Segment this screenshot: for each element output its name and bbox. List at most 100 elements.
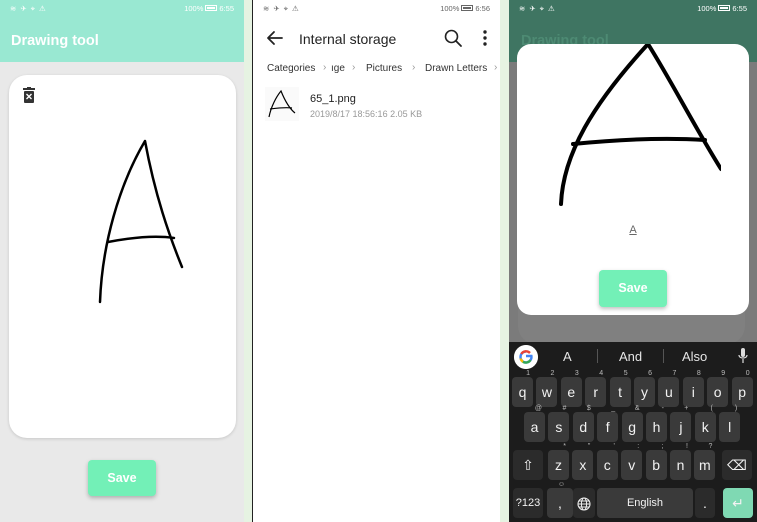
key-hint: 9 <box>721 370 726 377</box>
key-hint: 8 <box>696 370 701 377</box>
key-c[interactable]: ' c <box>596 443 618 480</box>
key-hint: * <box>563 443 566 450</box>
key-e[interactable]: 3e <box>560 370 582 407</box>
enter-icon: ↵ <box>732 495 744 511</box>
breadcrumb: Categories › ıge › Pictures › Drawn Lett… <box>253 60 500 78</box>
battery-icon <box>461 5 474 12</box>
letter-preview-image <box>559 44 721 206</box>
key-label: r <box>593 384 599 400</box>
key-m[interactable]: ? m <box>694 443 716 480</box>
header-title: Internal storage <box>299 31 397 47</box>
status-right: 100% 6:55 <box>697 4 747 13</box>
key-hint: 5 <box>623 370 628 377</box>
breadcrumb-pictures[interactable]: Pictures <box>366 63 402 74</box>
status-icons: ≋ ✈ ⌖ ⚠ <box>10 4 47 13</box>
more-options-icon[interactable] <box>477 28 493 48</box>
letter-label: A <box>629 224 637 236</box>
suggestion-2[interactable]: And <box>619 349 642 364</box>
key-p[interactable]: 0p <box>731 370 753 407</box>
key-hint: 2 <box>550 370 555 377</box>
comma-label: , <box>558 495 562 511</box>
key-j[interactable]: + j <box>670 405 692 442</box>
key-g[interactable]: & g <box>621 405 643 442</box>
suggestion-1[interactable]: A <box>563 349 572 364</box>
period-key[interactable]: . <box>695 488 715 518</box>
key-n[interactable]: ! n <box>670 443 691 480</box>
key-y[interactable]: 6y <box>634 370 655 407</box>
key-hint: ! <box>686 443 688 450</box>
key-f[interactable]: _ f <box>597 405 619 442</box>
key-hint: 4 <box>599 370 604 377</box>
key-x[interactable]: " x <box>572 443 594 480</box>
key-hint: @ <box>534 405 542 412</box>
back-arrow-icon[interactable] <box>265 28 285 48</box>
key-b[interactable]: ; b <box>645 443 667 480</box>
language-key[interactable] <box>573 488 595 518</box>
breadcrumb-drawn-letters[interactable]: Drawn Letters <box>425 63 487 74</box>
clock: 6:55 <box>219 4 234 13</box>
key-i[interactable]: 8i <box>682 370 704 407</box>
panel-divider <box>244 0 252 522</box>
chevron-right-icon: › <box>323 62 327 73</box>
backspace-key[interactable]: ⌫ <box>722 450 752 480</box>
clock: 6:55 <box>732 4 747 13</box>
key-label: f <box>605 419 610 435</box>
suggestion-divider <box>663 349 664 363</box>
key-hint: 1 <box>526 370 530 377</box>
key-u[interactable]: 7u <box>658 370 680 407</box>
search-icon[interactable] <box>443 28 463 48</box>
key-hint: ; <box>661 443 664 450</box>
key-label: z <box>555 457 562 473</box>
key-w[interactable]: 2w <box>536 370 558 407</box>
key-d[interactable]: $ d <box>572 405 594 442</box>
key-label: y <box>641 384 648 400</box>
key-hint: 0 <box>745 370 750 377</box>
drawing-screen: ≋ ✈ ⌖ ⚠ 100% 6:55 Drawing tool Save <box>0 0 244 522</box>
suggestion-3[interactable]: Also <box>682 349 707 364</box>
key-label: j <box>679 419 683 435</box>
key-h[interactable]: -h <box>646 405 667 442</box>
microphone-icon[interactable] <box>738 348 748 364</box>
key-o[interactable]: 9o <box>707 370 729 407</box>
key-label: w <box>541 384 552 400</box>
battery-percent: 100% <box>697 4 717 13</box>
preview-dialog-screen: Drawing tool ≋ ✈ ⌖ ⚠ 100% 6:55 A Save A A… <box>509 0 757 522</box>
breadcrumb-storage[interactable]: ıge <box>331 63 345 74</box>
key-l[interactable]: ) l <box>719 405 741 442</box>
shift-key[interactable]: ⇧ <box>513 450 543 480</box>
key-label: p <box>738 384 746 400</box>
clock: 6:56 <box>475 4 490 13</box>
comma-key[interactable]: ☺, <box>547 481 573 518</box>
file-header: Internal storage <box>253 18 500 58</box>
key-hint: 7 <box>672 370 677 377</box>
key-label: g <box>628 419 636 435</box>
drawing-canvas[interactable] <box>9 75 236 438</box>
key-r[interactable]: 4r <box>585 370 607 407</box>
file-list-item[interactable]: 65_1.png 2019/8/17 18:56:16 2.05 KB <box>253 84 500 124</box>
enter-key[interactable]: ↵ <box>723 488 753 518</box>
key-label: c <box>603 457 611 473</box>
status-bar: ≋ ✈ ⌖ ⚠ 100% 6:55 <box>0 0 244 18</box>
key-label: k <box>701 419 709 435</box>
key-hint: ) <box>734 405 738 412</box>
key-q[interactable]: 1q <box>512 370 533 407</box>
save-button[interactable]: Save <box>88 460 156 496</box>
key-s[interactable]: # s <box>548 405 570 442</box>
status-right: 100% 6:56 <box>440 4 490 13</box>
file-meta: 2019/8/17 18:56:16 2.05 KB <box>310 109 423 119</box>
key-hint: $ <box>586 405 591 412</box>
key-z[interactable]: * z <box>548 443 569 480</box>
key-k[interactable]: (k <box>694 405 716 442</box>
key-t[interactable]: 5t <box>609 370 631 407</box>
backspace-icon: ⌫ <box>727 457 747 473</box>
key-a[interactable]: @ a <box>524 405 545 442</box>
key-label: a <box>530 419 539 435</box>
breadcrumb-categories[interactable]: Categories <box>267 63 315 74</box>
symbols-key[interactable]: ?123 <box>513 488 543 518</box>
suggestion-divider <box>597 349 598 363</box>
space-key[interactable]: English <box>597 488 693 518</box>
google-g-icon[interactable] <box>514 345 538 369</box>
dialog-save-button[interactable]: Save <box>599 270 667 307</box>
key-v[interactable]: :v <box>621 443 643 480</box>
key-label: x <box>579 457 587 473</box>
